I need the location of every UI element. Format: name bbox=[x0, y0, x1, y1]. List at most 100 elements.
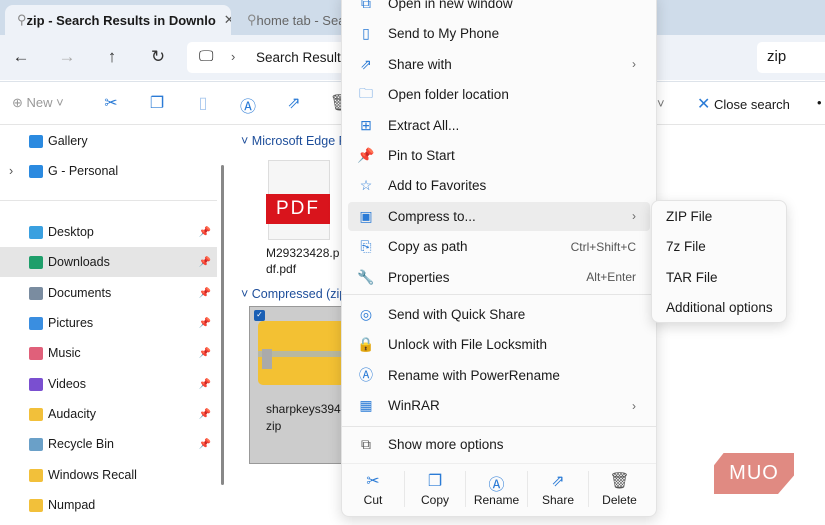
show-more-options[interactable]: ⧉ Show more options bbox=[348, 430, 650, 459]
sidebar-item-music[interactable]: Music 📌 bbox=[0, 338, 217, 368]
compress-submenu: ZIP File 7z File TAR File Additional option… bbox=[651, 200, 787, 323]
pin-icon[interactable]: 📌 bbox=[199, 439, 211, 450]
back-button[interactable]: ← bbox=[9, 45, 33, 69]
rename-button[interactable]: Ⓐ Rename bbox=[465, 471, 527, 507]
sidebar-item-recycle-bin[interactable]: Recycle Bin 📌 bbox=[0, 429, 217, 459]
pin-icon[interactable]: 📌 bbox=[199, 348, 211, 359]
submenu-item-additional-options[interactable]: Additional options bbox=[666, 300, 773, 315]
sidebar-scrollbar[interactable] bbox=[221, 165, 224, 485]
menu-item-add-to-favorites[interactable]: ☆ Add to Favorites bbox=[348, 171, 650, 200]
sidebar-item-gallery[interactable]: Gallery bbox=[0, 126, 217, 156]
lock-icon: 🔒 bbox=[357, 336, 375, 353]
share-button[interactable]: ⇗ Share bbox=[526, 471, 589, 507]
menu-item-send-to-my-phone[interactable]: ▯ Send to My Phone bbox=[348, 19, 650, 48]
winrar-icon: ▦ bbox=[359, 397, 373, 414]
submenu-item-7z-file[interactable]: 7z File bbox=[666, 239, 706, 254]
refresh-button[interactable]: ↻ bbox=[146, 45, 170, 69]
close-icon: ✕ bbox=[697, 96, 711, 113]
share-button[interactable]: ⇗ bbox=[282, 93, 306, 113]
g-personal-icon bbox=[29, 164, 43, 178]
menu-item-open-folder-location[interactable]: 🗀 Open folder location bbox=[348, 80, 650, 109]
delete-button[interactable]: 🗑 Delete bbox=[588, 471, 650, 507]
chevron-right-icon: › bbox=[632, 398, 636, 413]
more-button[interactable]: • bbox=[817, 95, 822, 110]
shortcut: Alt+Enter bbox=[586, 270, 636, 285]
pin-icon[interactable]: 📌 bbox=[199, 227, 211, 238]
close-tab-icon[interactable]: ✕ bbox=[224, 12, 231, 28]
submenu-item-tar-file[interactable]: TAR File bbox=[666, 270, 718, 285]
search-input[interactable]: zip bbox=[757, 42, 825, 73]
file-name[interactable]: sharpkeys394.zip bbox=[266, 401, 346, 435]
pdf-file-icon[interactable]: PDF bbox=[266, 160, 330, 240]
menu-item-rename-with-powerrename[interactable]: Ⓐ Rename with PowerRename bbox=[348, 361, 650, 390]
divider bbox=[342, 463, 656, 464]
submenu-item-zip-file[interactable]: ZIP File bbox=[666, 209, 712, 224]
close-search-button[interactable]: ✕ Close search bbox=[697, 94, 790, 114]
tab-home[interactable]: ⚲ home tab - Sea bbox=[235, 5, 345, 35]
menu-item-open-in-new-window[interactable]: ⧉ Open in new window bbox=[348, 0, 650, 18]
downloads-icon bbox=[29, 255, 43, 269]
new-button[interactable]: ⊕ New ˅ bbox=[12, 95, 64, 111]
sidebar-item-windows-recall[interactable]: Windows Recall bbox=[0, 460, 217, 490]
muo-logo: MUO bbox=[714, 453, 794, 494]
share-icon: ⇗ bbox=[551, 473, 565, 490]
menu-item-compress-to[interactable]: ▣ Compress to... › bbox=[348, 201, 650, 231]
sidebar-item-audacity[interactable]: Audacity 📌 bbox=[0, 399, 217, 429]
file-name[interactable]: M29323428.pdf.pdf bbox=[266, 245, 344, 277]
paste-button[interactable]: ▯ bbox=[191, 93, 215, 113]
pin-icon[interactable]: 📌 bbox=[199, 318, 211, 329]
menu-item-copy-as-path[interactable]: ⎘ Copy as path Ctrl+Shift+C bbox=[348, 232, 650, 261]
numpad-icon bbox=[29, 498, 43, 512]
sidebar-item-downloads[interactable]: Downloads 📌 bbox=[0, 247, 217, 277]
sidebar-item-g-personal[interactable]: › G - Personal bbox=[0, 156, 217, 186]
sidebar-item-videos[interactable]: Videos 📌 bbox=[0, 369, 217, 399]
forward-button[interactable]: → bbox=[55, 45, 79, 69]
pin-icon[interactable]: 📌 bbox=[199, 379, 211, 390]
pictures-icon bbox=[29, 316, 43, 330]
menu-item-winrar[interactable]: ▦ WinRAR › bbox=[348, 391, 650, 420]
search-icon: ⚲ bbox=[17, 12, 27, 27]
music-icon bbox=[29, 346, 43, 360]
menu-item-send-with-quick-share[interactable]: ◎ Send with Quick Share bbox=[348, 300, 650, 329]
audacity-icon bbox=[29, 407, 43, 421]
documents-icon bbox=[29, 286, 43, 300]
tab-search-results[interactable]: ⚲ zip - Search Results in Downlo ✕ bbox=[5, 5, 231, 35]
menu-item-share-with[interactable]: ⇗ Share with › bbox=[348, 50, 650, 79]
expand-icon: ⧉ bbox=[361, 436, 371, 452]
sidebar-item-numpad[interactable]: Numpad bbox=[0, 490, 217, 520]
breadcrumb[interactable]: Search Results bbox=[256, 50, 348, 65]
gallery-icon bbox=[29, 134, 43, 148]
copy-button[interactable]: ❐ bbox=[145, 93, 169, 113]
videos-icon bbox=[29, 377, 43, 391]
sidebar-item-desktop[interactable]: Desktop 📌 bbox=[0, 217, 217, 247]
selected-file-tile[interactable]: ✓ sharpkeys394.zip bbox=[249, 306, 348, 464]
menu-item-pin-to-start[interactable]: 📌 Pin to Start bbox=[348, 141, 650, 170]
pin-icon[interactable]: 📌 bbox=[199, 409, 211, 420]
recycle-bin-icon bbox=[29, 437, 43, 451]
group-header[interactable]: ˅ Compressed (zip bbox=[241, 287, 341, 301]
context-menu: ⧉ Open in new window ▯ Send to My Phone ⇗ Sha… bbox=[341, 0, 657, 517]
group-header[interactable]: ˅ Microsoft Edge P bbox=[241, 134, 341, 148]
chevron-right-icon: › bbox=[632, 57, 636, 72]
divider bbox=[342, 426, 656, 427]
copy-path-icon: ⎘ bbox=[360, 238, 372, 255]
checkbox[interactable]: ✓ bbox=[254, 310, 265, 321]
up-button[interactable]: ↑ bbox=[100, 45, 124, 69]
pin-icon[interactable]: 📌 bbox=[199, 257, 211, 268]
cut-button[interactable]: ✂ Cut bbox=[342, 471, 404, 507]
menu-item-unlock-with-file-locksmith[interactable]: 🔒 Unlock with File Locksmith bbox=[348, 330, 650, 359]
cut-button[interactable]: ✂ bbox=[99, 93, 123, 113]
rename-button[interactable]: Ⓐ bbox=[236, 93, 260, 117]
copy-button[interactable]: ❐ Copy bbox=[403, 471, 466, 507]
menu-item-properties[interactable]: 🔧 Properties Alt+Enter bbox=[348, 263, 650, 292]
chevron-right-icon: › bbox=[632, 209, 636, 224]
chevron-right-icon: › bbox=[231, 49, 236, 64]
sidebar-item-pictures[interactable]: Pictures 📌 bbox=[0, 308, 217, 338]
sidebar-item-documents[interactable]: Documents 📌 bbox=[0, 278, 217, 308]
chevron-right-icon[interactable]: › bbox=[9, 164, 13, 178]
chevron-down-icon: ˅ bbox=[657, 96, 665, 111]
pin-icon[interactable]: 📌 bbox=[199, 288, 211, 299]
compress-icon: ▣ bbox=[359, 207, 373, 224]
menu-item-extract-all[interactable]: ⊞ Extract All... bbox=[348, 111, 650, 140]
extract-icon: ⊞ bbox=[360, 116, 372, 133]
